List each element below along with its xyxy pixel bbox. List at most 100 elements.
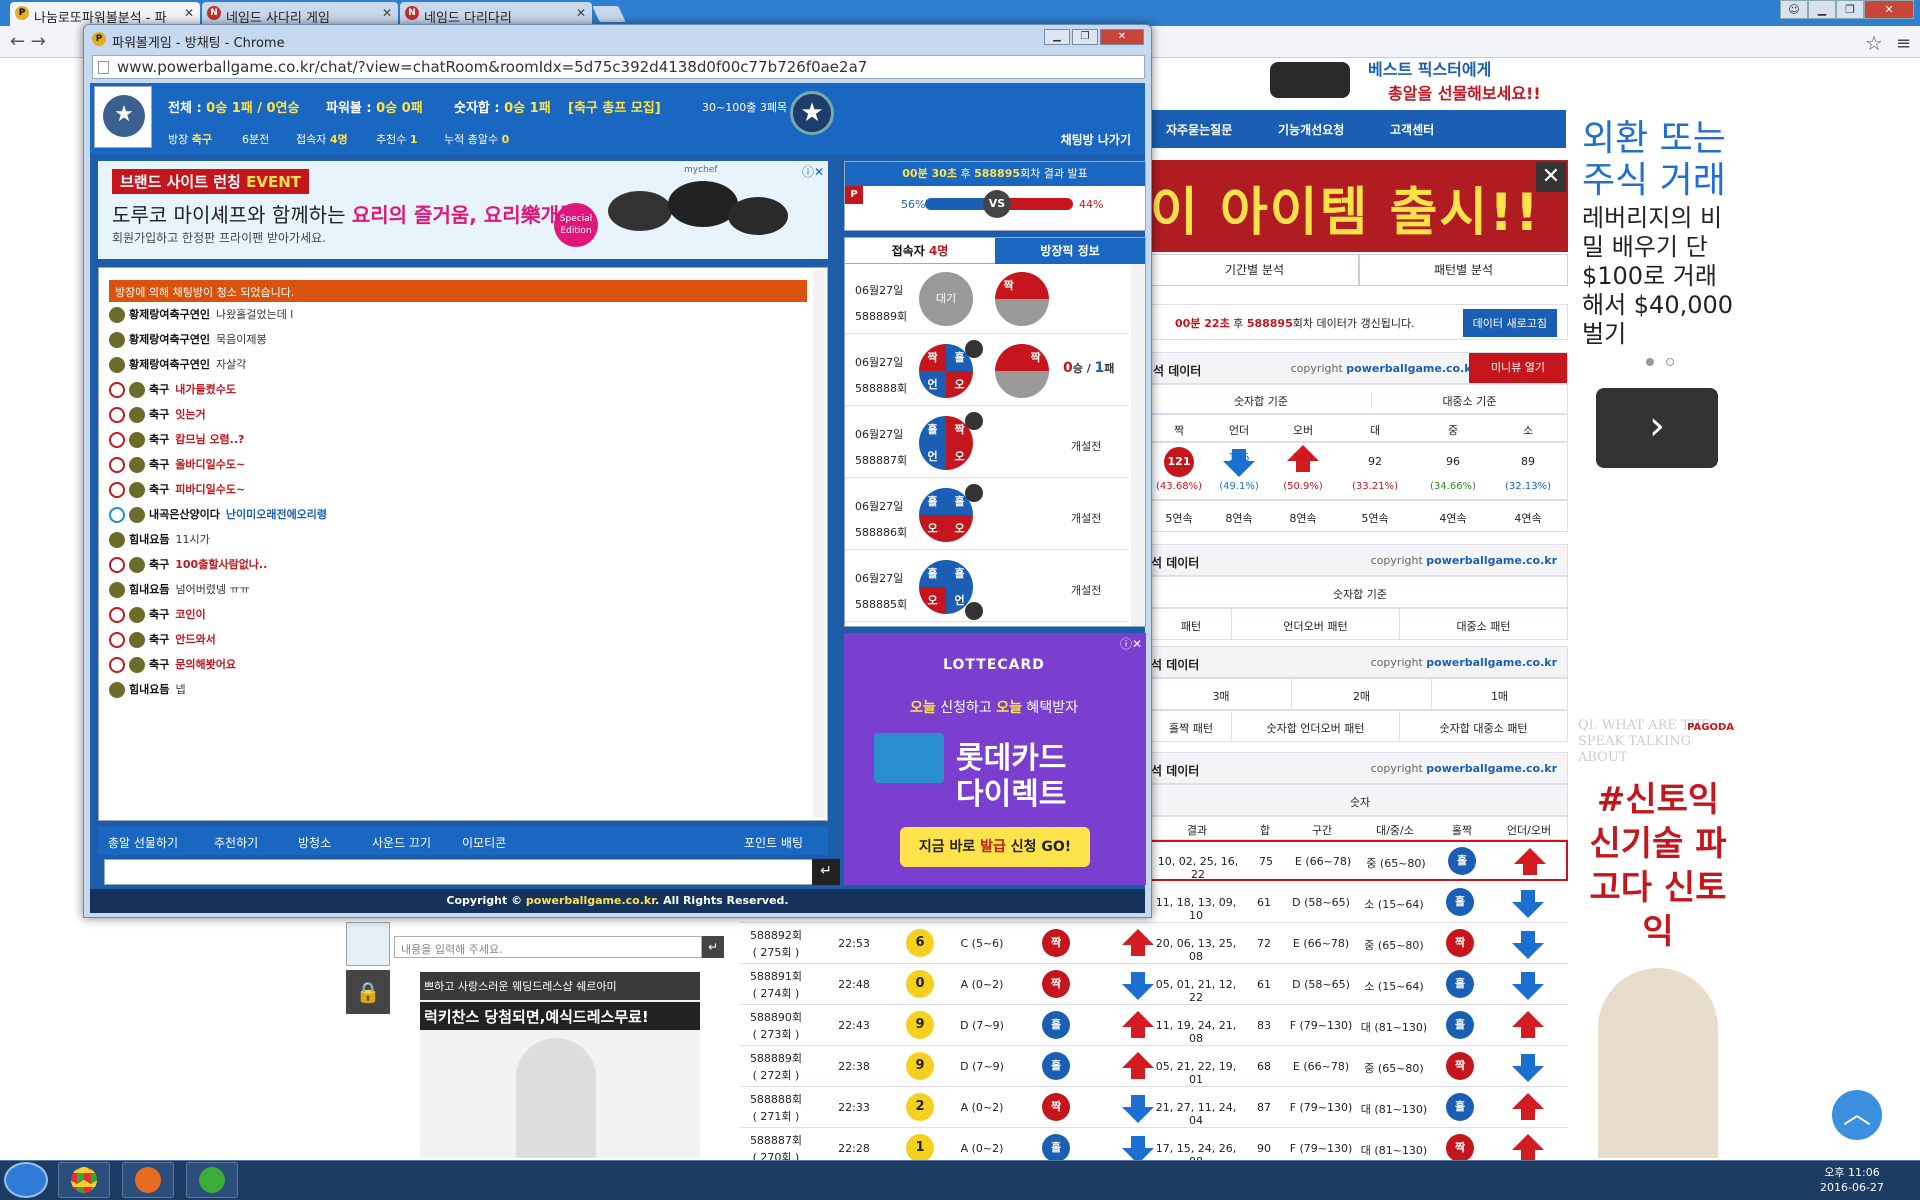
pagoda-ad[interactable]: QI. WHAT ARE THE SPEAK TALKING ABOUT PAG… <box>1578 718 1740 1158</box>
refresh-button[interactable]: 데이터 새로고침 <box>1462 309 1557 337</box>
tab-sum-size-pattern[interactable]: 숫자합 대중소 패턴 <box>1399 711 1567 741</box>
tab-underover-pattern[interactable]: 언더오버 패턴 <box>1231 609 1399 639</box>
chat-nickname[interactable]: 힘내요듬 <box>129 533 169 546</box>
tab-pattern-analysis[interactable]: 패턴별 분석 <box>1359 254 1568 286</box>
chat-nickname[interactable]: 힘내요듬 <box>129 583 169 596</box>
chat-nickname[interactable]: 내곡은산양이다 <box>149 508 220 521</box>
tab-period-analysis[interactable]: 기간별 분석 <box>1150 254 1359 286</box>
nav-faq[interactable]: 자주묻는질문 <box>1166 121 1232 138</box>
tab-sum-underover-pattern[interactable]: 숫자합 언더오버 패턴 <box>1231 711 1399 741</box>
chat-nickname[interactable]: 축구 <box>149 458 169 471</box>
menu-icon[interactable]: ≡ <box>1896 33 1911 54</box>
close-icon[interactable]: ✕ <box>576 6 586 20</box>
tab-named-daridari[interactable]: N 네임드 다리다리 ✕ <box>400 2 592 26</box>
round-list: 06월27일 588889회 대기 짝 06월27일 588888회 짝 홀 언 오 짝 0승 / 1… <box>845 264 1131 626</box>
chat-message: 황제랑여축구연인 나왔홀걸었는데 l <box>109 306 293 328</box>
chat-nickname[interactable]: 축구 <box>149 433 169 446</box>
top-ad[interactable]: 베스트 픽스터에게 총알을 선물해보세요!! <box>1270 56 1550 106</box>
table-row: 588889회 ( 272회 ) 22:38 9 D (7~9) 홀 05, 21, 22,… <box>740 1046 1568 1087</box>
point-bet-link[interactable]: 포인트 배팅 <box>744 834 803 851</box>
user-icon[interactable]: ☺ <box>1780 0 1808 19</box>
emoticon-link[interactable]: 이모티콘 <box>462 834 506 851</box>
chat-nickname[interactable]: 축구 <box>149 633 169 646</box>
chat-input[interactable] <box>104 859 814 885</box>
close-icon[interactable]: ✕ <box>1536 162 1566 192</box>
chat-nickname[interactable]: 황제랑여축구연인 <box>129 358 210 371</box>
bookmark-star-icon[interactable]: ☆ <box>1865 31 1883 55</box>
option-1[interactable]: 1매 <box>1431 679 1567 709</box>
nav-support[interactable]: 고객센터 <box>1390 121 1434 138</box>
tab-pattern[interactable]: 패턴 <box>1151 618 1231 634</box>
close-window-button[interactable]: ✕ <box>1864 0 1914 19</box>
lotte-card-ad[interactable]: LOTTECARD 오늘 신청하고 오늘 혜택받자 롯데카드 다이렉트 지금 바로… <box>844 633 1146 885</box>
restore-button[interactable]: ❐ <box>1836 0 1864 19</box>
windows-start-button[interactable] <box>4 1162 48 1198</box>
chat-nickname[interactable]: 축구 <box>149 483 169 496</box>
leave-room-button[interactable]: 채팅방 나가기 <box>1061 131 1131 148</box>
system-clock[interactable]: 오후 11:06 2016-06-27 <box>1820 1165 1884 1195</box>
left-chat-input[interactable]: 내용을 입력해 주세요. <box>394 936 702 958</box>
ad-brand: mychef <box>684 165 718 175</box>
enter-icon[interactable]: ↵ <box>812 859 840 885</box>
recommend-link[interactable]: 추천하기 <box>214 834 258 851</box>
chrome-icon[interactable] <box>58 1162 110 1198</box>
chat-nickname[interactable]: 축구 <box>149 658 169 671</box>
bride-image <box>516 1038 596 1158</box>
dorco-ad[interactable]: 브랜드 사이트 런칭 EVENT 도루코 마이셰프와 함께하는 요리의 즐거움,… <box>98 161 828 259</box>
chat-nickname[interactable]: 황제랑여축구연인 <box>129 333 210 346</box>
option-3[interactable]: 3매 <box>1151 688 1291 704</box>
chat-nickname[interactable]: 힘내요듬 <box>129 683 169 696</box>
tab-users[interactable]: 접속자 4명 <box>845 238 995 264</box>
tab-size-pattern[interactable]: 대중소 패턴 <box>1399 609 1567 639</box>
nav-feature-request[interactable]: 기능개선요청 <box>1278 121 1344 138</box>
user-level-icon <box>129 607 145 623</box>
taskbar <box>0 1160 1920 1200</box>
lock-icon[interactable]: 🔒 <box>346 970 390 1014</box>
lotte-go-button[interactable]: 지금 바로 발급 신청 GO! <box>900 827 1090 867</box>
chat-nickname[interactable]: 축구 <box>149 608 169 621</box>
tab-powerball-analysis[interactable]: P 나눔로또파워볼분석 - 파 ✕ <box>10 2 200 26</box>
dot-indicator[interactable] <box>1646 358 1654 366</box>
dot-indicator[interactable] <box>1666 358 1674 366</box>
gift-bullet-link[interactable]: 총알 선물하기 <box>108 834 178 851</box>
restore-button[interactable]: ❐ <box>1072 29 1098 45</box>
ad-info-icon[interactable]: ⓘ✕ <box>1120 635 1142 652</box>
chat-nickname[interactable]: 황제랑여축구연인 <box>129 308 210 321</box>
chat-nickname[interactable]: 축구 <box>149 383 169 396</box>
ad-info-icon[interactable]: ⓘ✕ <box>802 163 824 180</box>
wedding-ad[interactable]: 쁘하고 사랑스러운 웨딩드레스샵 쉐르아미 럭키찬스 당첨되면,예식드레스무료! <box>420 972 700 1158</box>
miniview-button[interactable]: 미니뷰 열기 <box>1469 353 1567 383</box>
forex-ad[interactable]: 외환 또는 주식 거래 레버리지의 비밀 배우기 단 $100로 거래해서 $4… <box>1568 110 1738 480</box>
clean-room-link[interactable]: 방청소 <box>298 834 331 851</box>
minimize-button[interactable]: ▁ <box>1808 0 1836 19</box>
tab-oddeven-pattern[interactable]: 홀짝 패턴 <box>1151 720 1231 736</box>
row-range: E (66~78) <box>1292 1060 1350 1073</box>
popup-address-bar[interactable]: www.powerballgame.co.kr/chat/?view=chatR… <box>92 55 1145 79</box>
close-window-button[interactable]: ✕ <box>1100 29 1144 45</box>
back-arrow-icon[interactable]: ← → <box>10 31 46 52</box>
tab-named-ladder[interactable]: N 네임드 사다리 게임 ✕ <box>202 2 398 26</box>
close-icon[interactable]: ✕ <box>382 6 392 20</box>
tab-leader-pick[interactable]: 방장픽 정보 <box>995 238 1145 264</box>
scroll-top-button[interactable]: ︿ <box>1832 1090 1882 1140</box>
close-icon[interactable]: ✕ <box>184 6 194 20</box>
chevron-right-icon[interactable]: › <box>1596 388 1718 468</box>
chat-nickname[interactable]: 축구 <box>149 408 169 421</box>
result-col-headers: 결과 합 구간 대/중/소 홀짝 언더/오버 <box>1150 816 1568 840</box>
chat-text: 자살각 <box>215 358 247 371</box>
firefox-icon[interactable] <box>122 1162 174 1198</box>
chat-text: 올바디일수도~ <box>175 458 246 471</box>
option-2[interactable]: 2매 <box>1291 679 1431 709</box>
round-scrollbar[interactable] <box>1131 264 1145 626</box>
chat-nickname[interactable]: 축구 <box>149 558 169 571</box>
stat-streak: 4연속 <box>1514 512 1542 525</box>
chat-scrollbar[interactable] <box>813 270 825 818</box>
sound-off-link[interactable]: 사운드 끄기 <box>372 834 431 851</box>
row-range: F (79~130) <box>1289 1019 1353 1032</box>
copyright: copyright powerballgame.co.kr <box>1290 362 1477 375</box>
item-banner[interactable]: 이 아이템 출시!! ✕ <box>1150 160 1568 252</box>
user-level-icon <box>129 457 145 473</box>
utorrent-icon[interactable] <box>186 1162 238 1198</box>
enter-icon[interactable]: ↵ <box>702 936 724 958</box>
minimize-button[interactable]: ▁ <box>1044 29 1070 45</box>
